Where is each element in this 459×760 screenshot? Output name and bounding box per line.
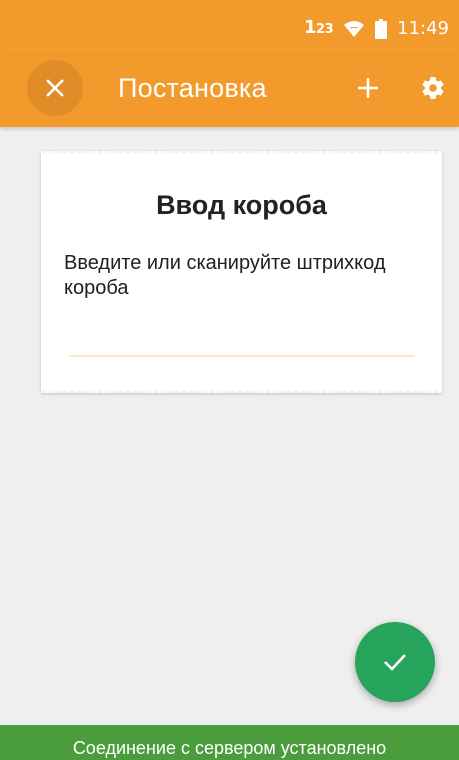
clock: 11:49 <box>397 18 449 39</box>
connection-status-text: Соединение с сервером установлено <box>72 738 387 758</box>
card-perforation-top <box>41 151 442 155</box>
app-bar: Постановка <box>0 56 459 127</box>
card-instruction: Введите или сканируйте штрихкод короба <box>64 252 386 299</box>
wifi-icon <box>343 20 365 38</box>
page-title: Постановка <box>118 73 267 103</box>
barcode-input[interactable] <box>69 321 415 357</box>
box-input-card: Ввод короба Введите или сканируйте штрих… <box>41 151 442 393</box>
add-icon <box>358 78 378 98</box>
input-mode-small: 23 <box>316 22 334 37</box>
connection-status-bar: Соединение с сервером установлено <box>0 725 459 760</box>
close-icon <box>46 79 64 97</box>
status-icons: 123 11:49 <box>304 18 449 40</box>
check-icon <box>384 654 406 671</box>
card-title: Ввод короба <box>156 190 327 220</box>
close-button[interactable] <box>27 60 83 116</box>
input-mode-indicator: 123 <box>304 17 334 40</box>
gear-icon <box>422 77 444 99</box>
card-perforation-bottom <box>41 389 442 393</box>
input-mode-main: 1 <box>304 17 317 38</box>
status-bar: 123 11:49 <box>0 0 459 56</box>
settings-button[interactable] <box>411 66 455 110</box>
battery-icon <box>375 19 388 39</box>
add-button[interactable] <box>346 66 390 110</box>
confirm-button[interactable] <box>355 622 435 702</box>
